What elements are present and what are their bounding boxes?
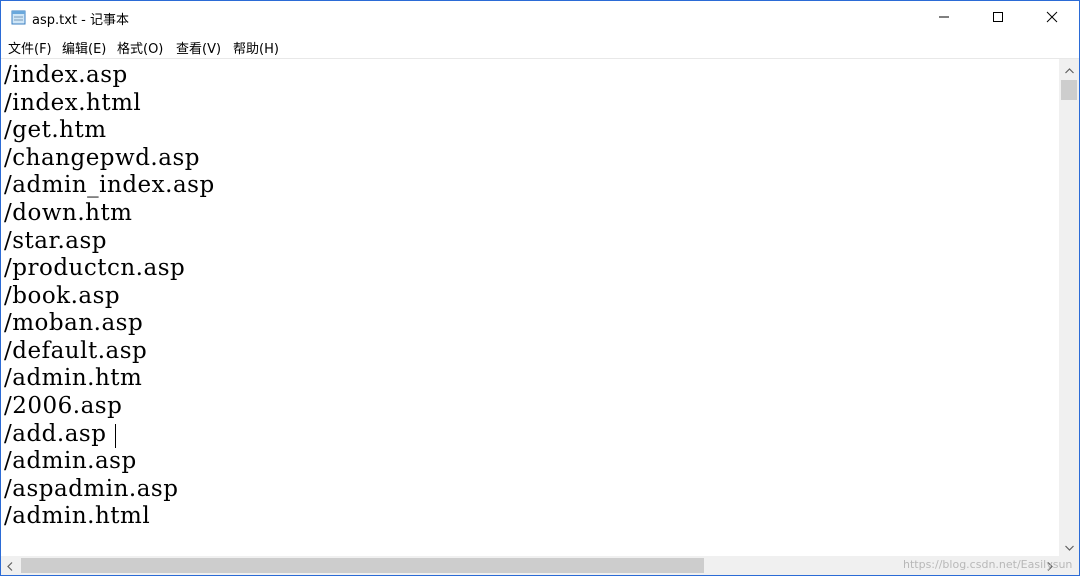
watermark: https://blog.csdn.net/Easilysun — [903, 558, 1073, 571]
editor-line: /admin.htm — [4, 365, 143, 391]
editor-line: /moban.asp — [4, 310, 144, 336]
minimize-icon — [938, 8, 950, 27]
editor-line: /aspadmin.asp — [4, 476, 179, 502]
menu-help[interactable]: 帮助(H) — [233, 38, 279, 57]
window-title: asp.txt - 记事本 — [32, 13, 129, 28]
menu-file[interactable]: 文件(F) — [8, 38, 52, 57]
chevron-left-icon — [7, 556, 13, 575]
text-editor[interactable]: /index.asp /index.html /get.htm /changep… — [1, 59, 1059, 556]
editor-line: /productcn.asp — [4, 255, 186, 281]
maximize-button[interactable] — [971, 1, 1025, 34]
horizontal-scrollbar[interactable] — [1, 556, 1059, 575]
notepad-icon — [11, 10, 27, 25]
vertical-scrollbar[interactable] — [1059, 59, 1079, 556]
scroll-left-button[interactable] — [1, 556, 19, 575]
menu-edit[interactable]: 编辑(E) — [62, 38, 106, 57]
editor-line: /admin_index.asp — [4, 172, 215, 198]
maximize-icon — [992, 8, 1004, 27]
notepad-window: asp.txt - 记事本 文件(F) 编辑(E) 格式(O) 查看(V) 帮助… — [0, 0, 1080, 576]
horizontal-scroll-thumb[interactable] — [21, 558, 704, 573]
editor-line: /star.asp — [4, 228, 108, 254]
menu-format[interactable]: 格式(O) — [117, 38, 163, 57]
menu-bar: 文件(F) 编辑(E) 格式(O) 查看(V) 帮助(H) — [1, 35, 1079, 57]
chevron-down-icon — [1064, 536, 1074, 555]
editor-line: /index.asp — [4, 62, 128, 88]
scroll-up-button[interactable] — [1059, 59, 1079, 77]
editor-line: /book.asp — [4, 283, 121, 309]
close-button[interactable] — [1025, 1, 1079, 34]
scroll-down-button[interactable] — [1059, 536, 1079, 554]
editor-line: /down.htm — [4, 200, 133, 226]
title-bar[interactable]: asp.txt - 记事本 — [1, 1, 1079, 34]
editor-line: /admin.asp — [4, 448, 137, 474]
close-icon — [1046, 8, 1058, 27]
editor-line: /changepwd.asp — [4, 145, 200, 171]
minimize-button[interactable] — [917, 1, 971, 34]
editor-line: /default.asp — [4, 338, 148, 364]
editor-line: /2006.asp — [4, 393, 123, 419]
editor-line: /index.html — [4, 90, 142, 116]
vertical-scroll-thumb[interactable] — [1061, 80, 1077, 100]
text-caret — [115, 424, 116, 448]
chevron-up-icon — [1064, 59, 1074, 78]
menu-view[interactable]: 查看(V) — [176, 38, 221, 57]
editor-line: /add.asp — [4, 421, 107, 447]
editor-line: /get.htm — [4, 117, 107, 143]
editor-line: /admin.html — [4, 503, 151, 529]
